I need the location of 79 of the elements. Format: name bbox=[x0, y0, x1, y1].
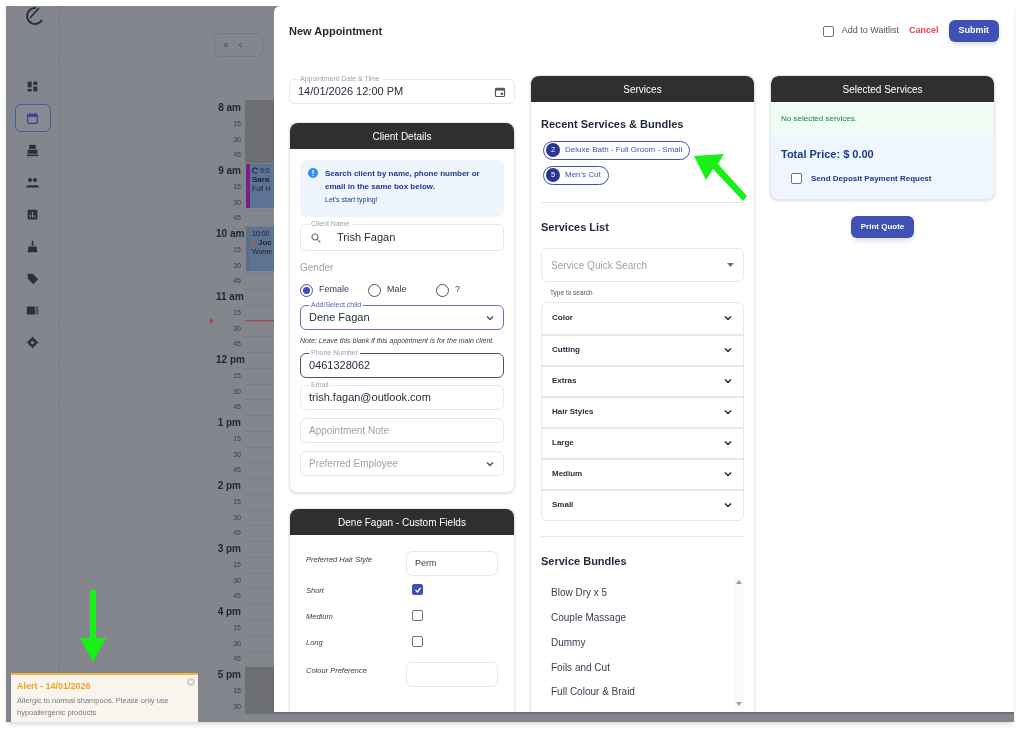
print-quote-button[interactable]: Print Quote bbox=[850, 215, 915, 238]
bundle-item[interactable]: Couple Massage bbox=[551, 610, 734, 635]
submit-button[interactable]: Submit bbox=[948, 20, 999, 42]
tag-icon bbox=[26, 271, 39, 285]
field-value: Trish Fagan bbox=[337, 230, 397, 246]
gender-radio[interactable]: ? bbox=[436, 283, 504, 297]
scrollbar[interactable] bbox=[734, 577, 744, 710]
id-card-icon bbox=[26, 303, 39, 317]
field-value: trish.fagan@outlook.com bbox=[309, 390, 432, 406]
time-label: 11 am bbox=[216, 290, 244, 304]
card-header: Selected Services bbox=[771, 76, 994, 102]
deposit-label: Send Deposit Payment Request bbox=[811, 172, 932, 185]
people-icon bbox=[26, 175, 39, 189]
field-value: Dene Fagan bbox=[309, 310, 371, 326]
time-label: 8 am bbox=[217, 101, 242, 115]
register-icon bbox=[26, 143, 39, 157]
scroll-up-icon bbox=[736, 580, 742, 585]
section-title: Recent Services & Bundles bbox=[541, 117, 685, 132]
annotation-arrow-icon bbox=[694, 152, 748, 202]
time-label: 1 pm bbox=[216, 416, 242, 430]
drawer-title: New Appointment bbox=[289, 23, 383, 39]
category-accordion[interactable]: Extras bbox=[542, 364, 743, 396]
cancel-button[interactable]: Cancel bbox=[909, 24, 939, 38]
checkbox[interactable] bbox=[791, 173, 802, 184]
text-field[interactable] bbox=[406, 662, 498, 687]
category-accordion[interactable]: Hair Styles bbox=[542, 395, 743, 427]
waitlist-label: Add to Waitlist bbox=[841, 24, 899, 38]
time-label: 10 am bbox=[216, 227, 244, 241]
section-title: Service Bundles bbox=[541, 553, 628, 569]
info-text: Search client by name, phone number or email in the same box below. bbox=[325, 168, 481, 193]
section-title: Services List bbox=[541, 219, 610, 235]
bundle-item[interactable]: Full Colour & Braid bbox=[551, 684, 734, 710]
event-client: Sara bbox=[252, 175, 270, 184]
current-time-marker-icon bbox=[210, 318, 214, 324]
category-accordion[interactable]: Small bbox=[542, 488, 743, 520]
bundle-item[interactable]: Blow Dry x 5 bbox=[551, 585, 734, 611]
scroll-down-icon bbox=[736, 702, 742, 707]
dropdown-caret-icon bbox=[727, 263, 734, 267]
repeat-icon bbox=[252, 167, 259, 174]
time-label: 2 pm bbox=[216, 479, 242, 493]
category-accordion[interactable]: Medium bbox=[542, 457, 743, 489]
checkbox[interactable] bbox=[412, 584, 423, 595]
time-label: 9 am bbox=[217, 164, 242, 178]
annotation-arrow-icon bbox=[80, 590, 106, 662]
checkbox[interactable] bbox=[822, 25, 834, 37]
appointment-note-field[interactable]: Appointment Note bbox=[300, 418, 504, 443]
bundle-item[interactable]: Dummy bbox=[551, 634, 734, 660]
time-label: 3 pm bbox=[216, 542, 242, 556]
field-value: 14/01/2026 12:00 PM bbox=[298, 84, 405, 100]
chart-icon bbox=[26, 207, 39, 221]
calendar-icon bbox=[26, 111, 39, 125]
card-header: Client Details bbox=[290, 123, 514, 149]
card-header: Dene Fagan - Custom Fields bbox=[290, 509, 514, 535]
checkbox[interactable] bbox=[412, 610, 423, 621]
event-client: Joc bbox=[258, 238, 272, 247]
info-icon bbox=[308, 168, 318, 178]
text-field[interactable]: Perm bbox=[406, 551, 498, 576]
search-icon bbox=[311, 232, 321, 243]
alert-title: Alert - 14/01/2026 bbox=[17, 680, 92, 693]
category-accordion[interactable]: Large bbox=[542, 426, 743, 458]
time-label: 12 pm bbox=[216, 353, 244, 367]
category-accordion[interactable]: Cutting bbox=[542, 333, 743, 365]
nav-item[interactable] bbox=[14, 104, 51, 132]
checkbox[interactable] bbox=[412, 636, 423, 647]
bundle-item[interactable]: Foils and Cut bbox=[551, 659, 734, 685]
time-label: 4 pm bbox=[216, 605, 242, 619]
gender-radio[interactable]: Female bbox=[300, 283, 368, 297]
total-price: Total Price: $ 0.00 bbox=[781, 147, 875, 162]
card-header: Services bbox=[531, 76, 754, 102]
field-value: 0461328062 bbox=[309, 358, 372, 374]
empty-message: No selected services. bbox=[771, 102, 994, 135]
calendar-icon bbox=[494, 85, 506, 98]
settings-icon bbox=[26, 335, 39, 349]
category-accordion[interactable]: Color bbox=[542, 302, 743, 334]
time-label: 5 pm bbox=[216, 668, 242, 682]
dashboard-icon bbox=[26, 79, 39, 93]
broom-icon bbox=[26, 239, 39, 253]
gender-radio[interactable]: Male bbox=[368, 283, 436, 297]
gender-label: Gender bbox=[300, 261, 335, 275]
